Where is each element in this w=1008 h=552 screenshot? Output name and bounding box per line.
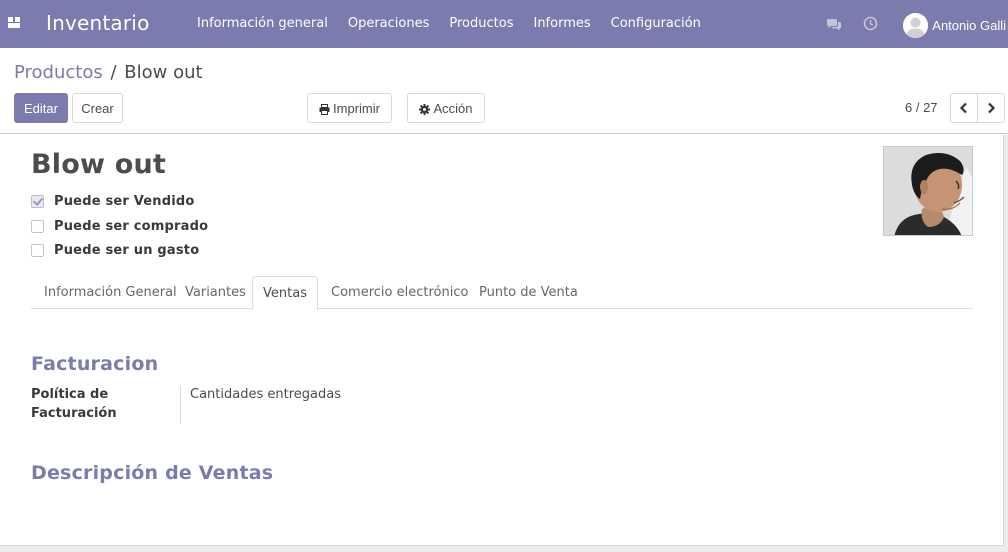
chat-bubbles-icon[interactable] [826,17,842,31]
tab-comercio-electronico[interactable]: Comercio electrónico [331,276,468,309]
sale-ok-checkbox[interactable] [31,194,44,208]
invoicing-policy-label: Política de Facturación [31,387,117,421]
invoicing-policy-value[interactable]: Cantidades entregadas [190,387,341,402]
expense-ok-row: Puede ser un gasto [31,242,199,258]
menu-item-operaciones[interactable]: Operaciones [338,0,440,48]
chevron-right-icon [988,102,996,114]
user-name: Antonio Galli [932,17,1006,33]
breadcrumb-productos-link[interactable]: Productos [14,62,103,83]
pager-value[interactable]: 6 / 27 [905,100,938,115]
pager-next-button[interactable] [977,93,1005,123]
menu-item-configuracion[interactable]: Configuración [601,0,711,48]
tab-variantes[interactable]: Variantes [185,276,246,309]
tab-ventas[interactable]: Ventas [252,276,318,310]
tab-punto-de-venta[interactable]: Punto de Venta [479,276,578,309]
user-menu[interactable]: Antonio Galli [903,12,1006,38]
control-panel: Productos / Blow out Editar Crear Imprim… [0,48,1008,134]
edit-button[interactable]: Editar [14,93,68,123]
sales-description-title: Descripción de Ventas [31,462,274,484]
sale-ok-label: Puede ser Vendido [54,193,195,209]
tab-informacion-general[interactable]: Información General [44,276,177,309]
apps-grid-icon[interactable] [8,17,21,30]
invoicing-section-title: Facturacion [31,353,159,375]
purchase-ok-label: Puede ser comprado [54,218,209,234]
printer-icon [319,103,330,115]
expense-ok-checkbox[interactable] [31,243,44,257]
purchase-ok-checkbox[interactable] [31,219,44,233]
pager-previous-button[interactable] [950,93,978,123]
sale-ok-row: Puede ser Vendido [31,193,195,209]
breadcrumb-separator: / [110,62,117,83]
field-divider [180,386,181,424]
main-menu: Información general Operaciones Producto… [187,0,711,48]
breadcrumb-current: Blow out [124,62,203,83]
action-button[interactable]: Acción [407,93,485,123]
create-button[interactable]: Crear [72,93,123,123]
gear-icon [419,103,431,115]
print-button-label: Imprimir [333,100,380,116]
purchase-ok-row: Puede ser comprado [31,218,208,234]
form-tabs: Información General Variantes Ventas Com… [31,276,973,310]
clock-icon[interactable] [863,16,878,31]
chevron-left-icon [959,102,967,114]
menu-item-informacion-general[interactable]: Información general [187,0,338,48]
action-button-label: Acción [433,100,473,116]
menu-item-informes[interactable]: Informes [523,0,600,48]
breadcrumb: Productos / Blow out [14,62,203,83]
avatar [903,12,929,38]
product-image[interactable] [883,146,973,236]
product-name: Blow out [31,149,167,180]
app-title[interactable]: Inventario [46,11,150,35]
product-form-sheet: Blow out Puede ser Vendido Puede ser com… [0,135,1004,546]
expense-ok-label: Puede ser un gasto [54,242,200,258]
menu-item-productos[interactable]: Productos [439,0,523,48]
top-navbar: Inventario Información general Operacion… [0,0,1008,48]
print-button[interactable]: Imprimir [307,93,392,123]
